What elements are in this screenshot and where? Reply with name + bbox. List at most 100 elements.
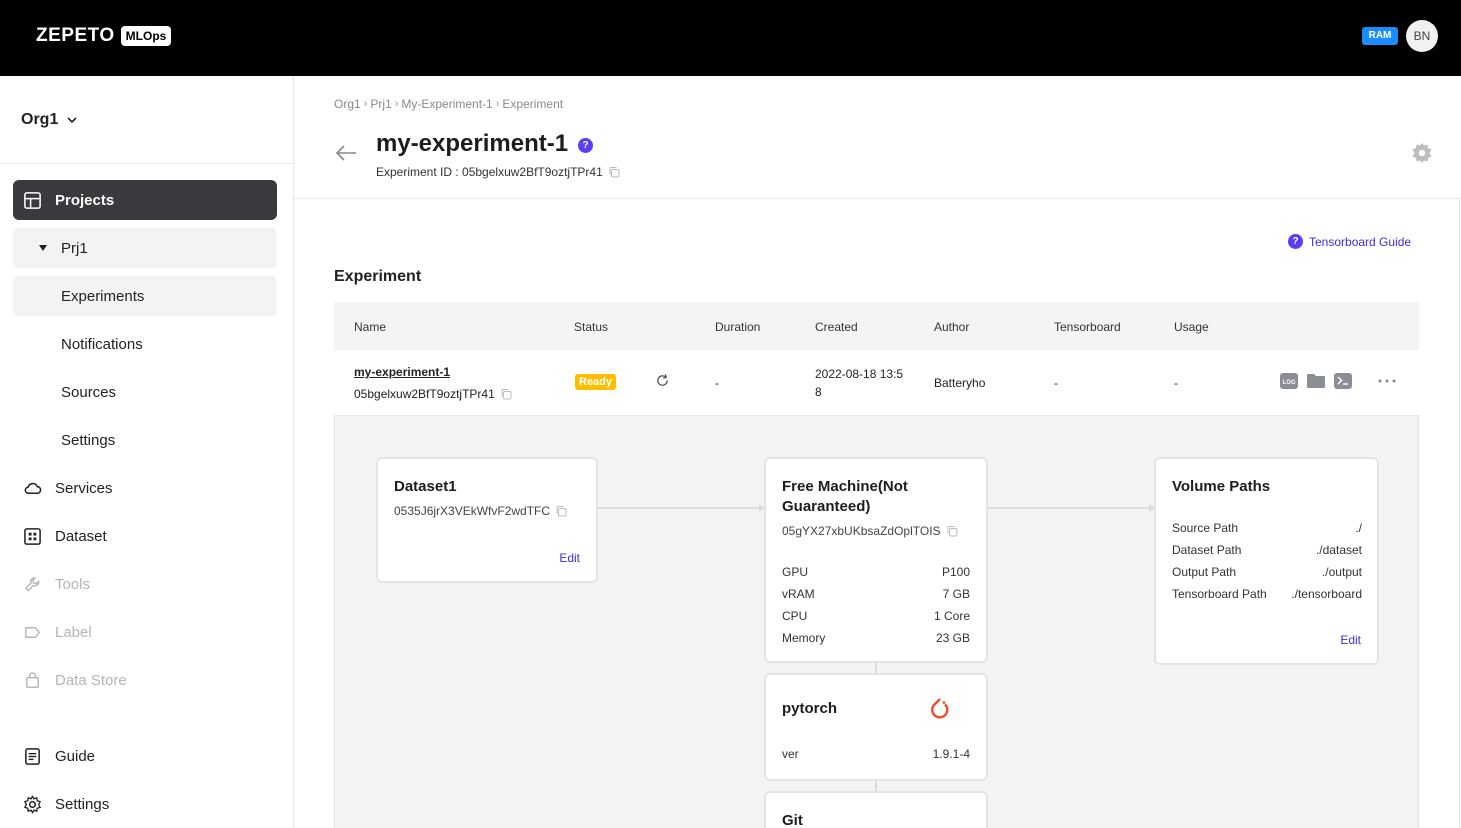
terminal-icon[interactable] xyxy=(1333,372,1353,390)
logo-text: ZEPETO xyxy=(36,25,115,46)
user-avatar[interactable]: BN xyxy=(1406,20,1438,52)
path-row: Output Path ./output xyxy=(1172,565,1362,579)
machine-card-id: 05gYX27xbUKbsaZdOplTOIS xyxy=(782,524,958,538)
experiment-row-id: 05bgelxuw2BfT9oztjTPr41 xyxy=(354,387,512,401)
gear-icon[interactable] xyxy=(1411,142,1433,164)
sidebar: Org1 Projects Prj1 Experiments Notificat… xyxy=(0,76,294,828)
created-cell-line1: 2022-08-18 13:5 xyxy=(815,367,904,381)
breadcrumb: Org1 › Prj1 › My-Experiment-1 › Experime… xyxy=(334,97,563,111)
sidebar-item-notifications[interactable]: Notifications xyxy=(13,324,277,364)
spec-row: Memory 23 GB xyxy=(782,631,970,645)
volume-edit-link[interactable]: Edit xyxy=(1340,633,1361,647)
spec-row: vRAM 7 GB xyxy=(782,587,970,601)
log-icon[interactable]: LOG xyxy=(1279,372,1299,390)
sidebar-item-prj1[interactable]: Prj1 xyxy=(13,228,277,268)
spec-value: 7 GB xyxy=(942,587,970,601)
sidebar-item-guide[interactable]: Guide xyxy=(13,736,277,776)
experiment-row-id-text: 05bgelxuw2BfT9oztjTPr41 xyxy=(354,387,495,401)
org-name: Org1 xyxy=(21,111,59,128)
experiment-id: Experiment ID : 05bgelxuw2BfT9oztjTPr41 xyxy=(376,165,620,179)
path-key: Dataset Path xyxy=(1172,543,1242,557)
sidebar-item-sources[interactable]: Sources xyxy=(13,372,277,412)
refresh-icon[interactable] xyxy=(655,373,670,388)
duration-cell: - xyxy=(715,376,719,390)
sidebar-item-label: Sources xyxy=(61,383,117,401)
framework-card-title: pytorch xyxy=(782,700,838,717)
org-selector[interactable]: Org1 xyxy=(21,111,78,129)
cloud-icon xyxy=(24,482,42,495)
sidebar-item-dataset[interactable]: Dataset xyxy=(13,516,277,556)
tag-icon xyxy=(25,627,41,638)
sidebar-item-label[interactable]: Label xyxy=(13,612,277,652)
table-header: Name Status Duration Created Author Tens… xyxy=(334,302,1419,350)
copy-icon[interactable] xyxy=(500,388,512,400)
sidebar-item-tools[interactable]: Tools xyxy=(13,564,277,604)
git-card[interactable]: Git xyxy=(764,791,988,828)
git-card-title: Git xyxy=(782,812,803,828)
help-icon: ? xyxy=(1288,234,1303,249)
dataset-id-text: 0535J6jrX3VEkWfvF2wdTFC xyxy=(394,504,551,518)
copy-icon[interactable] xyxy=(555,505,567,517)
bag-icon xyxy=(26,672,39,688)
sidebar-divider xyxy=(0,163,293,164)
dataset-edit-link[interactable]: Edit xyxy=(559,551,580,565)
folder-icon[interactable] xyxy=(1306,372,1326,390)
caret-down-icon xyxy=(39,245,47,251)
spec-key: CPU xyxy=(782,609,808,623)
connector-line xyxy=(597,507,761,509)
wrench-icon xyxy=(24,577,40,592)
machine-card[interactable]: Free Machine(Not Guaranteed) 05gYX27xbUK… xyxy=(764,457,988,663)
sidebar-item-label: Services xyxy=(55,479,113,497)
copy-icon[interactable] xyxy=(608,166,620,178)
table-row: my-experiment-1 05bgelxuw2BfT9oztjTPr41 … xyxy=(334,350,1419,416)
spec-row: GPU P100 xyxy=(782,565,970,579)
volume-card-title: Volume Paths xyxy=(1172,478,1271,495)
volume-paths-card[interactable]: Volume Paths Source Path ./ Dataset Path.… xyxy=(1154,457,1379,665)
table-icon xyxy=(24,192,41,209)
back-arrow-icon[interactable] xyxy=(334,143,358,163)
content-border xyxy=(1459,198,1460,828)
more-options-icon[interactable] xyxy=(1377,372,1397,390)
sidebar-item-project-settings[interactable]: Settings xyxy=(13,420,277,460)
dataset-card[interactable]: Dataset1 0535J6jrX3VEkWfvF2wdTFC Edit xyxy=(376,457,598,583)
path-value: ./output xyxy=(1321,565,1362,579)
sidebar-item-label: Notifications xyxy=(61,335,143,353)
spec-value: P100 xyxy=(941,565,970,579)
breadcrumb-item[interactable]: Org1 xyxy=(334,97,361,111)
path-key: Tensorboard Path xyxy=(1172,587,1267,601)
spec-value: 1 Core xyxy=(933,609,970,623)
breadcrumb-item[interactable]: My-Experiment-1 xyxy=(401,97,492,111)
logo-badge: MLOps xyxy=(120,26,172,46)
spec-key: Memory xyxy=(782,631,826,645)
sidebar-item-experiments[interactable]: Experiments xyxy=(13,276,277,316)
path-row: Source Path ./ xyxy=(1172,521,1362,535)
copy-icon[interactable] xyxy=(946,525,958,537)
column-header: Usage xyxy=(1174,320,1209,334)
pytorch-icon xyxy=(931,698,949,719)
section-title: Experiment xyxy=(334,268,422,285)
sidebar-item-label: Data Store xyxy=(55,671,127,689)
path-row: Dataset Path ./dataset xyxy=(1172,543,1362,557)
app-logo[interactable]: ZEPETO MLOps xyxy=(36,25,172,47)
chevron-down-icon xyxy=(67,117,77,124)
breadcrumb-item[interactable]: Prj1 xyxy=(370,97,391,111)
sidebar-item-label: Experiments xyxy=(61,287,145,305)
version-label: ver xyxy=(782,747,799,761)
machine-id-text: 05gYX27xbUKbsaZdOplTOIS xyxy=(782,524,941,538)
tensorboard-guide-link[interactable]: ? Tensorboard Guide xyxy=(1288,234,1411,249)
breadcrumb-item: Experiment xyxy=(502,97,564,111)
sidebar-item-projects[interactable]: Projects xyxy=(13,180,277,220)
dataset-card-title: Dataset1 xyxy=(394,478,457,495)
sidebar-item-label: Settings xyxy=(55,795,110,813)
experiment-name-link[interactable]: my-experiment-1 xyxy=(354,365,450,379)
spec-value: 23 GB xyxy=(935,631,970,645)
sidebar-item-label: Settings xyxy=(61,431,116,449)
tensorboard-cell: - xyxy=(1054,376,1058,390)
sidebar-item-settings[interactable]: Settings xyxy=(13,784,277,824)
help-icon[interactable]: ? xyxy=(578,138,593,153)
sidebar-item-services[interactable]: Services xyxy=(13,468,277,508)
framework-card[interactable]: pytorch ver 1.9.1-4 xyxy=(764,673,988,781)
path-value: ./dataset xyxy=(1315,543,1362,557)
sidebar-item-label: Projects xyxy=(55,191,115,209)
sidebar-item-data-store[interactable]: Data Store xyxy=(13,660,277,700)
